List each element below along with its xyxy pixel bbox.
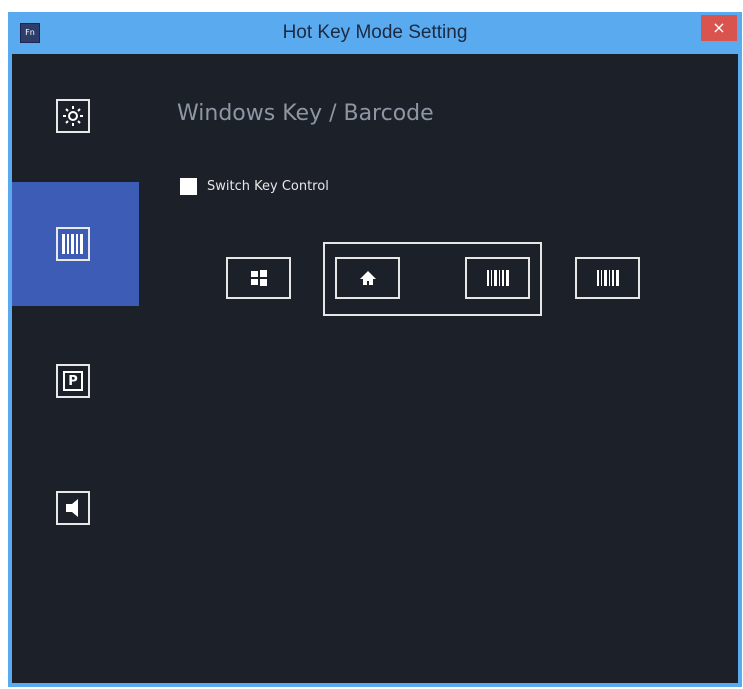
- home-key-button[interactable]: [335, 257, 400, 299]
- brightness-icon: [56, 99, 90, 133]
- sidebar: P: [12, 54, 139, 683]
- switch-key-control-checkbox[interactable]: [180, 178, 197, 195]
- barcode-icon: [486, 270, 509, 286]
- sidebar-item-brightness[interactable]: [12, 54, 139, 178]
- close-button[interactable]: ×: [701, 15, 737, 41]
- window-title: Hot Key Mode Setting: [282, 22, 468, 43]
- p-key-icon: P: [56, 364, 90, 398]
- barcode-icon: [596, 270, 619, 286]
- sidebar-item-barcode[interactable]: [12, 182, 139, 306]
- switch-key-control-row[interactable]: Switch Key Control: [180, 178, 329, 195]
- windows-key-button[interactable]: [226, 257, 291, 299]
- switch-key-control-label: Switch Key Control: [207, 179, 329, 194]
- p-key-label: P: [68, 373, 78, 389]
- page-title: Windows Key / Barcode: [177, 101, 434, 126]
- sidebar-item-volume[interactable]: [12, 444, 139, 568]
- barcode-key-button[interactable]: [575, 257, 640, 299]
- windows-icon: [250, 270, 267, 286]
- home-icon: [359, 271, 376, 285]
- title-bar[interactable]: Fn Hot Key Mode Setting ×: [8, 12, 742, 54]
- barcode-icon: [56, 227, 90, 261]
- hot-key-mode-window: Fn Hot Key Mode Setting × P Windows Key …: [8, 12, 742, 687]
- barcode-key-button-grouped[interactable]: [465, 257, 530, 299]
- sidebar-item-p-key[interactable]: P: [12, 314, 139, 438]
- client-area: P Windows Key / Barcode Switch Key Contr…: [12, 54, 738, 683]
- speaker-icon: [56, 491, 90, 525]
